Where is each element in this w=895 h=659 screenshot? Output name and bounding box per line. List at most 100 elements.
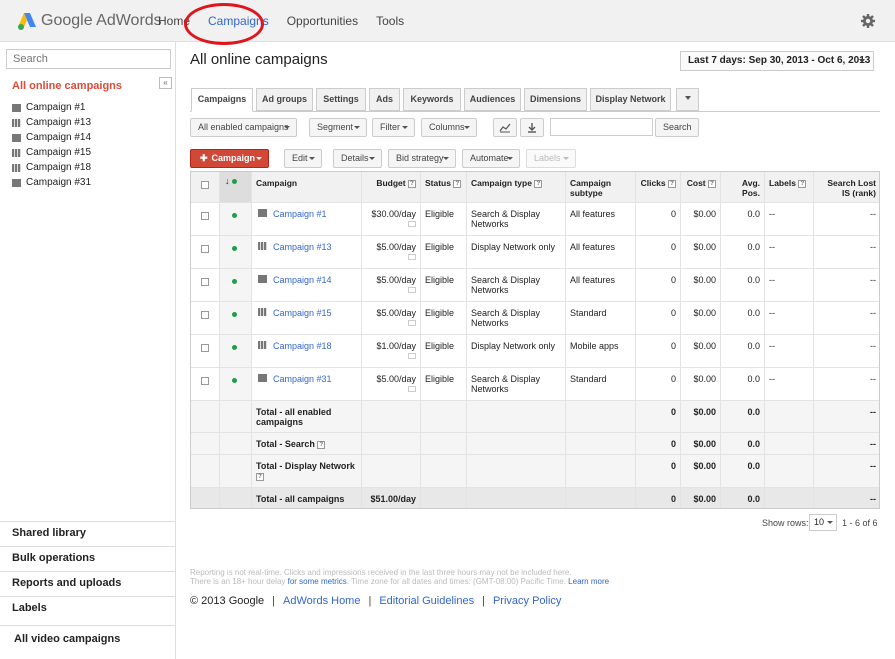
budget-detail-icon[interactable] (408, 353, 416, 359)
segment-button[interactable]: Segment (309, 118, 367, 137)
budget-detail-icon[interactable] (408, 287, 416, 293)
select-all-checkbox[interactable] (201, 181, 209, 189)
row-checkbox[interactable] (201, 344, 209, 352)
help-icon[interactable]: ? (256, 473, 264, 481)
budget-value[interactable]: $5.00/day (366, 308, 416, 318)
row-checkbox[interactable] (201, 245, 209, 253)
tab-settings[interactable]: Settings (316, 88, 366, 111)
header-status[interactable]: Status ? (421, 172, 467, 202)
status-dot-icon[interactable] (232, 246, 237, 251)
header-labels[interactable]: Labels ? (765, 172, 814, 202)
sidebar-bulk-operations[interactable]: Bulk operations (0, 546, 176, 571)
budget-value[interactable]: $5.00/day (366, 275, 416, 285)
new-campaign-button[interactable]: ✚ Campaign (190, 149, 269, 168)
tab-keywords[interactable]: Keywords (403, 88, 461, 111)
sidebar-all-video-campaigns[interactable]: All video campaigns (0, 625, 176, 659)
status-dot-icon[interactable] (232, 345, 237, 350)
header-avg-pos[interactable]: Avg. Pos. (721, 172, 765, 202)
editorial-guidelines-link[interactable]: Editorial Guidelines (379, 595, 474, 607)
filter-button[interactable]: Filter (372, 118, 415, 137)
sidebar-campaign-item[interactable]: Campaign #15 (12, 145, 91, 160)
budget-value[interactable]: $5.00/day (366, 374, 416, 384)
campaign-filter-select[interactable]: All enabled campaigns (190, 118, 297, 137)
sidebar-search-input[interactable] (7, 50, 170, 68)
budget-detail-icon[interactable] (408, 221, 416, 227)
campaign-link[interactable]: Campaign #1 (273, 209, 327, 219)
row-checkbox[interactable] (201, 377, 209, 385)
help-icon[interactable]: ? (668, 180, 676, 188)
header-campaign-subtype[interactable]: Campaign subtype (566, 172, 636, 202)
sidebar-labels[interactable]: Labels (0, 596, 176, 621)
tab-campaigns[interactable]: Campaigns (191, 88, 253, 112)
status-dot-icon[interactable] (232, 378, 237, 383)
status-sort-cell[interactable]: ↓ (220, 172, 252, 202)
campaign-link[interactable]: Campaign #18 (273, 341, 332, 351)
header-clicks[interactable]: Clicks ? (636, 172, 681, 202)
sidebar-campaign-item[interactable]: Campaign #13 (12, 115, 91, 130)
help-icon[interactable]: ? (534, 180, 543, 188)
row-checkbox[interactable] (201, 212, 209, 220)
collapse-sidebar-button[interactable]: « (159, 77, 172, 89)
budget-value[interactable]: $5.00/day (366, 242, 416, 252)
campaign-link[interactable]: Campaign #14 (273, 275, 332, 285)
gear-icon[interactable] (860, 13, 876, 29)
nav-tools[interactable]: Tools (376, 14, 404, 28)
sidebar-search[interactable] (6, 49, 171, 69)
sidebar-campaign-item[interactable]: Campaign #18 (12, 160, 91, 175)
edit-button[interactable]: Edit (284, 149, 322, 168)
details-button[interactable]: Details (333, 149, 382, 168)
header-cost[interactable]: Cost ? (681, 172, 721, 202)
header-budget[interactable]: Budget ? (362, 172, 421, 202)
budget-detail-icon[interactable] (408, 386, 416, 392)
sidebar-all-online-campaigns[interactable]: All online campaigns (12, 80, 122, 92)
help-icon[interactable]: ? (708, 180, 716, 188)
learn-more-link[interactable]: Learn more (568, 577, 609, 586)
help-icon[interactable]: ? (453, 180, 462, 188)
row-checkbox[interactable] (201, 311, 209, 319)
status-dot-icon[interactable] (232, 312, 237, 317)
show-rows-select[interactable]: 10 (809, 514, 837, 531)
sidebar-campaign-item[interactable]: Campaign #14 (12, 130, 91, 145)
total-empty-cell (191, 401, 220, 432)
campaign-link[interactable]: Campaign #31 (273, 374, 332, 384)
campaign-link[interactable]: Campaign #15 (273, 308, 332, 318)
download-button[interactable] (520, 118, 544, 137)
sidebar-campaign-item[interactable]: Campaign #1 (12, 100, 91, 115)
nav-opportunities[interactable]: Opportunities (287, 14, 358, 28)
tab-more-dropdown[interactable] (676, 88, 699, 111)
tab-display-network[interactable]: Display Network (590, 88, 671, 111)
tab-ad-groups[interactable]: Ad groups (256, 88, 313, 111)
chart-toggle-button[interactable] (493, 118, 517, 137)
row-checkbox[interactable] (201, 278, 209, 286)
help-icon[interactable]: ? (317, 441, 326, 449)
status-dot-icon[interactable] (232, 213, 237, 218)
tab-ads[interactable]: Ads (369, 88, 400, 111)
header-campaign-type[interactable]: Campaign type ? (467, 172, 566, 202)
some-metrics-link[interactable]: for some metrics (288, 577, 347, 586)
columns-button[interactable]: Columns (421, 118, 477, 137)
budget-detail-icon[interactable] (408, 320, 416, 326)
sidebar-reports-uploads[interactable]: Reports and uploads (0, 571, 176, 596)
privacy-policy-link[interactable]: Privacy Policy (493, 595, 561, 607)
table-search-input[interactable] (550, 118, 653, 136)
adwords-home-link[interactable]: AdWords Home (283, 595, 360, 607)
header-campaign[interactable]: Campaign (252, 172, 362, 202)
labels-button[interactable]: Labels (526, 149, 576, 168)
help-icon[interactable]: ? (798, 180, 807, 188)
adwords-logo[interactable]: Google AdWords (17, 10, 162, 32)
budget-value[interactable]: $1.00/day (366, 341, 416, 351)
budget-value[interactable]: $30.00/day (366, 209, 416, 219)
search-button[interactable]: Search (655, 118, 699, 137)
status-dot-icon[interactable] (232, 279, 237, 284)
campaign-link[interactable]: Campaign #13 (273, 242, 332, 252)
tab-dimensions[interactable]: Dimensions (524, 88, 587, 111)
date-range-selector[interactable]: Last 7 days: Sep 30, 2013 - Oct 6, 2013 (680, 51, 874, 71)
header-search-lost-is[interactable]: Search Lost IS (rank) (814, 172, 880, 202)
tab-audiences[interactable]: Audiences (464, 88, 521, 111)
budget-detail-icon[interactable] (408, 254, 416, 260)
sidebar-shared-library[interactable]: Shared library (0, 521, 176, 546)
sidebar-campaign-item[interactable]: Campaign #31 (12, 175, 91, 190)
automate-button[interactable]: Automate (462, 149, 520, 168)
bid-strategy-button[interactable]: Bid strategy (388, 149, 456, 168)
help-icon[interactable]: ? (408, 180, 416, 188)
